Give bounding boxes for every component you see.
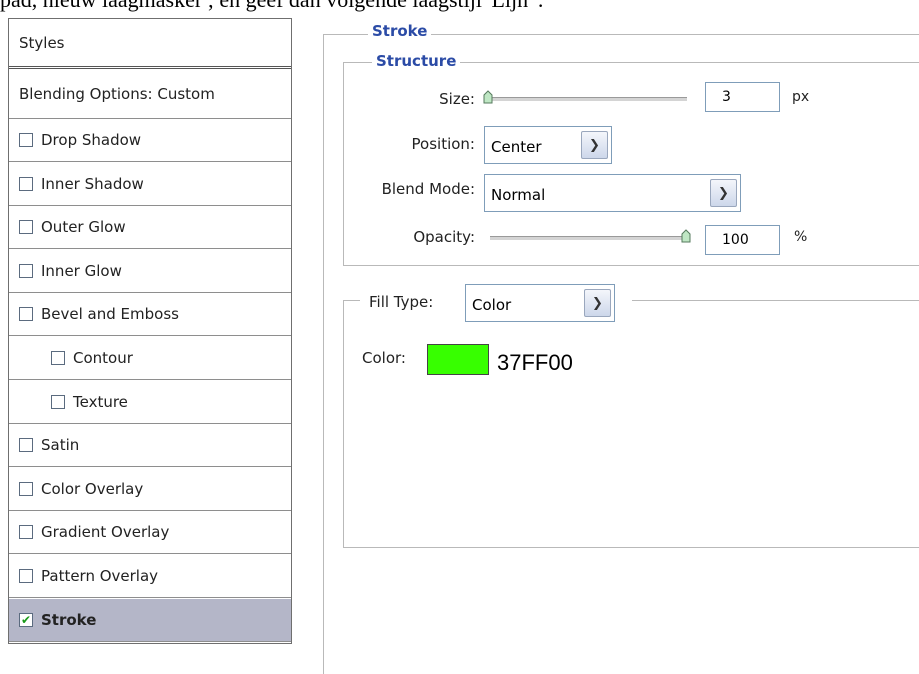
style-item-inner-shadow[interactable]: Inner Shadow [9,162,291,206]
opacity-unit: % [794,229,808,245]
checkbox-icon[interactable] [19,133,33,147]
style-item-stroke[interactable]: ✔ Stroke [9,598,291,642]
blend-mode-label: Blend Mode: [381,180,475,198]
style-item-label: Pattern Overlay [41,567,159,585]
stroke-legend: Stroke [368,22,432,40]
blending-options-item[interactable]: Blending Options: Custom [9,69,291,119]
style-item-inner-glow[interactable]: Inner Glow [9,249,291,293]
style-item-label: Inner Shadow [41,174,144,193]
chevron-down-icon[interactable]: ❯ [581,131,608,159]
size-slider-thumb[interactable] [483,90,493,104]
style-item-label: Inner Glow [41,261,122,280]
size-slider-track[interactable] [487,97,687,102]
style-item-label: Texture [73,392,128,411]
checkbox-checked-icon[interactable]: ✔ [19,612,33,627]
style-item-label: Satin [41,436,80,455]
color-swatch[interactable] [427,344,489,375]
color-label: Color: [362,349,406,367]
checkbox-icon[interactable] [19,569,33,583]
checkbox-icon[interactable] [19,263,33,278]
checkbox-icon[interactable] [51,394,65,409]
blend-mode-value: Normal [491,186,546,204]
style-item-drop-shadow[interactable]: Drop Shadow [9,119,291,162]
style-item-gradient-overlay[interactable]: Gradient Overlay [9,511,291,555]
style-item-texture[interactable]: Texture [9,380,291,424]
checkbox-icon[interactable] [51,351,65,365]
style-item-label: Outer Glow [41,218,126,237]
structure-legend: Structure [372,52,461,70]
checkbox-icon[interactable] [19,481,33,496]
style-item-label: Drop Shadow [41,131,142,149]
checkbox-icon[interactable] [19,176,33,191]
style-item-satin[interactable]: Satin [9,424,291,468]
opacity-input[interactable]: 100 [705,225,780,255]
style-item-color-overlay[interactable]: Color Overlay [9,467,291,511]
checkbox-icon[interactable] [19,307,33,322]
blend-mode-select[interactable]: Normal ❯ [484,174,741,212]
style-item-bevel-and-emboss[interactable]: Bevel and Emboss [9,293,291,337]
checkbox-icon[interactable] [19,525,33,540]
size-input[interactable]: 3 [705,82,780,112]
style-item-label: Contour [73,349,133,367]
color-hex-text: 37FF00 [497,350,573,375]
style-item-contour[interactable]: Contour [9,337,291,380]
chevron-down-icon[interactable]: ❯ [710,179,737,207]
opacity-label: Opacity: [413,228,475,246]
position-select[interactable]: Center ❯ [484,126,612,164]
opacity-slider-thumb[interactable] [681,229,691,243]
fill-type-select[interactable]: Color ❯ [465,284,615,322]
styles-header-label: Styles [19,33,65,52]
blending-options-label: Blending Options: Custom [19,84,215,103]
style-item-label: Bevel and Emboss [41,305,179,324]
checkbox-icon[interactable] [19,220,33,235]
fill-type-value: Color [472,296,512,314]
style-item-pattern-overlay[interactable]: Pattern Overlay [9,555,291,598]
size-unit: px [792,89,810,105]
caption-text: pad, nieuw laagmasker ; en geef dan volg… [0,0,544,13]
position-label: Position: [411,135,475,153]
fill-group [343,300,919,548]
opacity-slider-track[interactable] [490,236,690,241]
checkbox-icon[interactable] [19,438,33,453]
style-item-outer-glow[interactable]: Outer Glow [9,206,291,250]
fill-type-label: Fill Type: [369,293,434,311]
style-item-label: Color Overlay [41,479,144,498]
style-item-label: Gradient Overlay [41,523,170,542]
styles-list: Styles Blending Options: Custom Drop Sha… [8,18,292,644]
chevron-down-icon[interactable]: ❯ [584,289,611,317]
position-value: Center [491,138,542,156]
style-item-label: Stroke [41,610,97,629]
size-label: Size: [439,90,475,108]
styles-header[interactable]: Styles [9,19,291,69]
